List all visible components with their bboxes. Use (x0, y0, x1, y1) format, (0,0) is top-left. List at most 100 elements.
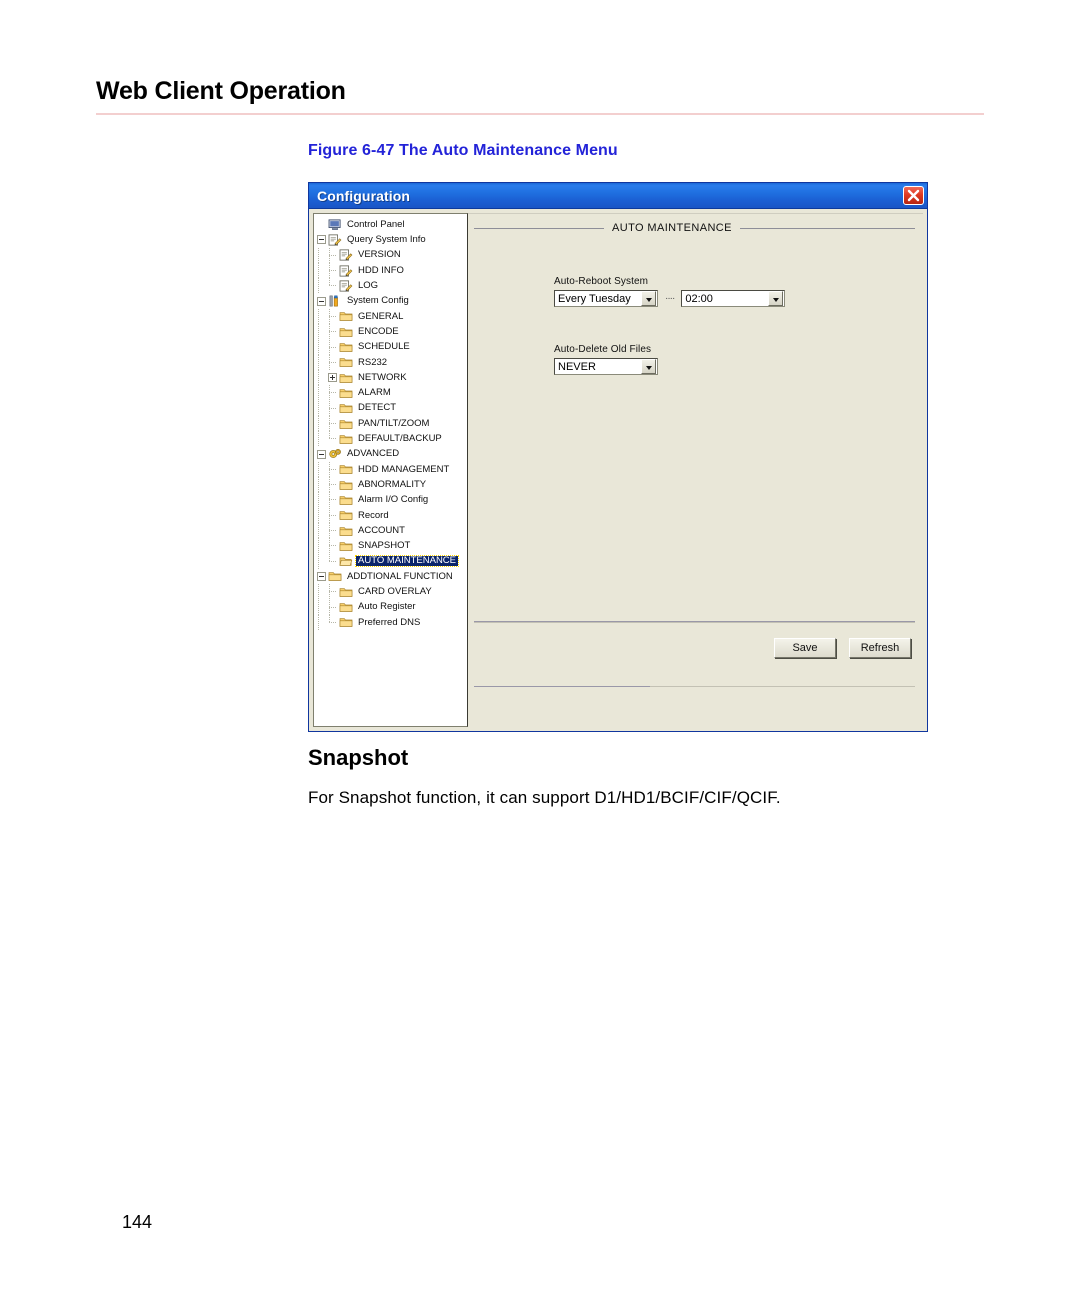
tree-item-preferred-dns[interactable]: Preferred DNS (317, 614, 467, 630)
tree-item-default-backup[interactable]: DEFAULT/BACKUP (317, 431, 467, 447)
tree-rail (317, 324, 328, 340)
folder-icon (339, 358, 353, 368)
tree-item-label: Auto Register (358, 601, 416, 613)
tree-rail (317, 553, 328, 569)
auto-reboot-time-value: 02:00 (685, 292, 713, 305)
button-bar: Save Refresh (774, 638, 911, 658)
folder-icon (339, 465, 353, 475)
auto-delete-label: Auto-Delete Old Files (554, 344, 652, 355)
tree-rail (317, 400, 328, 416)
tree-connector (328, 400, 339, 416)
tree-connector (328, 324, 339, 340)
tree-item-log[interactable]: LOG (317, 278, 467, 294)
tools-icon (329, 295, 338, 307)
tree-item-label: ENCODE (358, 325, 399, 337)
folder-icon (339, 587, 353, 597)
tree-rail (317, 523, 328, 539)
tree-item-label: Control Panel (347, 218, 405, 230)
tree-connector (328, 614, 339, 630)
folder-icon (339, 618, 353, 628)
tree-item-schedule[interactable]: SCHEDULE (317, 339, 467, 355)
tree-rail (317, 431, 328, 447)
tree-item-hdd-info[interactable]: HDD INFO (317, 263, 467, 279)
tree-item-alarm[interactable]: ALARM (317, 385, 467, 401)
page-number: 144 (122, 1212, 153, 1232)
tree-item-label: Preferred DNS (358, 616, 421, 628)
tree-item-detect[interactable]: DETECT (317, 400, 467, 416)
tree-item-record[interactable]: Record (317, 507, 467, 523)
tree-item-general[interactable]: GENERAL (317, 308, 467, 324)
tree-item-rs232[interactable]: RS232 (317, 354, 467, 370)
tree-item-encode[interactable]: ENCODE (317, 324, 467, 340)
tree-rail (317, 263, 328, 279)
auto-delete-select[interactable]: NEVER (554, 358, 658, 375)
tree-item-account[interactable]: ACCOUNT (317, 523, 467, 539)
tree-item-version[interactable]: VERSION (317, 247, 467, 263)
tree-item-system-config[interactable]: System Config (317, 293, 467, 308)
folder-icon (339, 511, 353, 521)
tree-item-auto-maintenance[interactable]: AUTO MAINTENANCE (317, 553, 467, 569)
tree-item-label: VERSION (358, 249, 401, 261)
close-x-glyph (907, 189, 920, 202)
folder-icon (339, 603, 353, 612)
tree-item-label: LOG (358, 280, 379, 292)
dialog-title: Configuration (317, 187, 411, 204)
tree-connector (328, 308, 339, 324)
folder-icon (339, 343, 353, 352)
tree-item-query-system-info[interactable]: Query System Info (317, 232, 467, 247)
auto-reboot-day-value: Every Tuesday (558, 292, 631, 305)
tree-connector (328, 538, 339, 554)
range-separator: ···· (665, 293, 675, 304)
page-header: Web Client Operation (96, 77, 984, 106)
tree-connector (328, 477, 339, 493)
monitor-icon (328, 219, 341, 230)
configuration-dialog: Configuration Control Panel Query System … (308, 182, 928, 732)
tree-item-advanced[interactable]: ADVANCED (317, 446, 467, 461)
folder-icon (339, 312, 353, 322)
auto-reboot-row: Every Tuesday ···· 02:00 (554, 290, 786, 307)
auto-reboot-day-select[interactable]: Every Tuesday (554, 290, 658, 307)
tree-item-network[interactable]: NETWORK (317, 370, 467, 386)
auto-delete-field: Auto-Delete Old Files NEVER (554, 344, 658, 375)
tree-connector (328, 431, 339, 446)
collapse-icon[interactable] (317, 449, 326, 459)
collapse-icon[interactable] (317, 296, 326, 306)
dialog-titlebar: Configuration (309, 183, 927, 209)
folder-icon (339, 389, 353, 398)
tree-connector (328, 461, 339, 477)
page-title: Web Client Operation (96, 77, 346, 105)
auto-delete-value: NEVER (558, 360, 596, 373)
navigation-tree[interactable]: Control Panel Query System Info VERSION HDD… (313, 213, 468, 727)
collapse-icon[interactable] (317, 571, 326, 581)
tree-item-hdd-management[interactable]: HDD MANAGEMENT (317, 461, 467, 477)
tree-item-label: Query System Info (347, 234, 426, 246)
gears-icon (329, 449, 341, 458)
tree-item-snapshot[interactable]: SNAPSHOT (317, 538, 467, 554)
close-icon[interactable] (903, 186, 924, 205)
auto-reboot-time-select[interactable]: 02:00 (681, 290, 786, 307)
button-bar-divider-bottom (474, 686, 915, 687)
chevron-down-icon (768, 291, 784, 306)
tree-rail (317, 385, 328, 401)
folder-icon (339, 480, 353, 490)
save-button[interactable]: Save (774, 638, 836, 658)
tree-item-abnormality[interactable]: ABNORMALITY (317, 477, 467, 493)
tree-item-alarm-i-o-config[interactable]: Alarm I/O Config (317, 492, 467, 508)
tree-item-control-panel[interactable]: Control Panel (317, 217, 467, 232)
refresh-button[interactable]: Refresh (849, 638, 911, 658)
group-header: AUTO MAINTENANCE (474, 222, 915, 234)
tree-connector (328, 278, 339, 293)
header-divider (96, 113, 984, 115)
tree-rail (317, 599, 328, 615)
tree-item-label: AUTO MAINTENANCE (354, 555, 460, 567)
tree-item-label: ALARM (358, 387, 391, 399)
collapse-icon[interactable] (317, 235, 326, 245)
tree-connector (328, 247, 339, 263)
tree-item-auto-register[interactable]: Auto Register (317, 599, 467, 615)
tree-item-addtional-function[interactable]: ADDTIONAL FUNCTION (317, 569, 467, 584)
tree-connector (328, 339, 339, 355)
tree-rail (317, 339, 328, 355)
tree-item-card-overlay[interactable]: CARD OVERLAY (317, 584, 467, 600)
expand-icon[interactable] (328, 373, 337, 383)
tree-item-pan-tilt-zoom[interactable]: PAN/TILT/ZOOM (317, 416, 467, 431)
